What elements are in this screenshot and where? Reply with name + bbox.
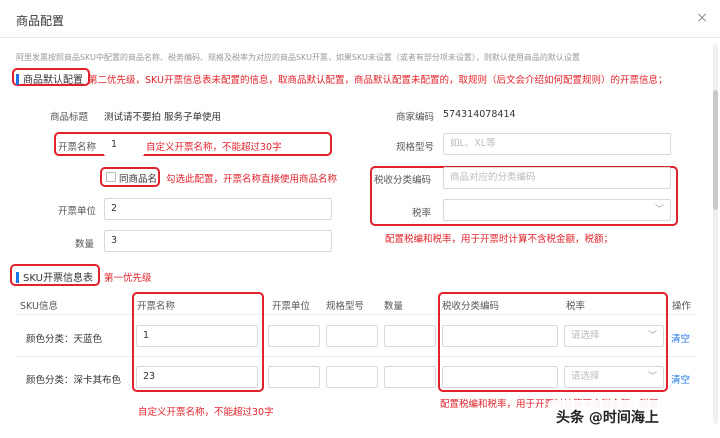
product-title-value: 测试请不要拍 服务子单使用 xyxy=(104,112,222,123)
sku-row-2-qty[interactable] xyxy=(384,366,436,388)
default-section-title: 商品默认配置 xyxy=(16,71,83,86)
merchant-code-label: 商家编码 xyxy=(396,112,435,123)
invoice-name-label: 开票名称 xyxy=(58,142,97,153)
unit-label: 开票单位 xyxy=(58,206,97,217)
sku-row-1-qty[interactable] xyxy=(384,325,436,347)
tax-code-input[interactable]: 商品对应的分类编码 xyxy=(443,167,671,189)
annotation-box-sku-invoice-name xyxy=(132,292,264,392)
dialog-header: 商品配置 × xyxy=(0,0,720,38)
qty-label: 数量 xyxy=(75,239,95,250)
sku-row-2-unit[interactable] xyxy=(268,366,320,388)
same-name-checkbox[interactable] xyxy=(106,172,116,182)
th-spec: 规格型号 xyxy=(326,301,365,312)
sku-invoice-name-note: 自定义开票名称，不能超过30字 xyxy=(138,407,274,418)
annotation-box-sku-tax xyxy=(438,292,668,392)
th-action: 操作 xyxy=(672,301,692,312)
config-description: 阿里发票按照商品SKU中配置的商品名称、税务编码、规格及税率为对应的商品SKU开… xyxy=(16,53,580,62)
same-name-note: 勾选此配置，开票名称直接使用商品名称 xyxy=(166,174,338,185)
spec-input[interactable]: 如L、XL等 xyxy=(443,133,671,155)
sku-section-note: 第一优先级 xyxy=(104,273,152,284)
close-icon[interactable]: × xyxy=(696,10,708,26)
tax-rate-select[interactable]: ﹀ xyxy=(443,199,671,221)
product-title-label: 商品标题 xyxy=(50,112,89,123)
sku-row-2-clear-link[interactable]: 清空 xyxy=(671,372,690,386)
product-config-dialog: 商品配置 × 阿里发票按照商品SKU中配置的商品名称、税务编码、规格及税率为对应… xyxy=(0,0,720,438)
sku-row-1-unit[interactable] xyxy=(268,325,320,347)
unit-input[interactable]: 2 xyxy=(104,198,332,220)
sku-row-2-label: 颜色分类：深卡其布色 xyxy=(26,375,122,386)
section-bar xyxy=(16,272,19,283)
same-name-label: 同商品名 xyxy=(119,174,158,185)
default-section-title-text: 商品默认配置 xyxy=(23,75,83,86)
tax-rate-note: 配置税编和税率，用于开票时计算不含税金额，税额； xyxy=(385,234,614,245)
sku-row-1-spec[interactable] xyxy=(326,325,378,347)
th-qty: 数量 xyxy=(384,301,404,312)
sku-row-1-label: 颜色分类：天蓝色 xyxy=(26,334,103,345)
tax-rate-label: 税率 xyxy=(412,208,432,219)
watermark: 头条 @时间海上 xyxy=(548,400,712,432)
spec-label: 规格型号 xyxy=(396,142,435,153)
tax-code-label: 税收分类编码 xyxy=(374,175,432,186)
invoice-name-input[interactable]: 1 xyxy=(104,134,144,156)
default-section-note: 第二优先级，SKU开票信息表未配置的信息，取商品默认配置，商品默认配置未配置的，… xyxy=(88,75,668,86)
chevron-down-icon: ﹀ xyxy=(654,205,664,215)
scrollbar-thumb[interactable] xyxy=(713,90,718,210)
th-unit: 开票单位 xyxy=(272,301,311,312)
sku-row-1-clear-link[interactable]: 清空 xyxy=(671,331,690,345)
sku-section-title-text: SKU开票信息表 xyxy=(23,273,93,284)
dialog-title: 商品配置 xyxy=(16,14,65,28)
section-bar xyxy=(16,74,19,85)
sku-section-title: SKU开票信息表 xyxy=(16,269,93,284)
th-sku: SKU信息 xyxy=(20,301,58,312)
invoice-name-note: 自定义开票名称，不能超过30字 xyxy=(146,142,282,153)
sku-row-2-spec[interactable] xyxy=(326,366,378,388)
qty-input[interactable]: 3 xyxy=(104,230,332,252)
merchant-code-value: 574314078414 xyxy=(443,109,516,120)
